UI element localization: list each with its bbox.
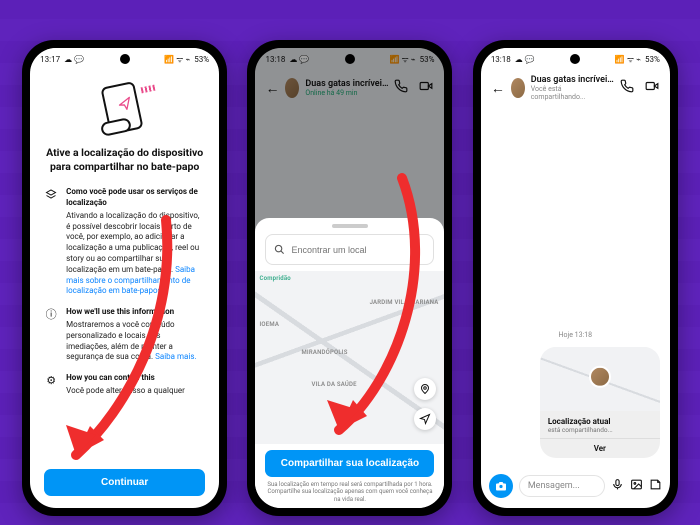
section-control: ⚙ How you can control this Você pode alt…	[44, 373, 205, 397]
chat-header: ← Duas gatas incrívei… Você está compart…	[481, 70, 670, 106]
map-layers-icon	[44, 187, 58, 201]
location-message-card[interactable]: Localização atual está compartilhando...…	[540, 347, 660, 458]
sheet-handle[interactable]	[332, 224, 368, 228]
message-input[interactable]: Mensagem...	[519, 475, 605, 497]
section-how-we-use: ⓘ How we'll use this information Mostrar…	[44, 307, 205, 363]
mic-icon[interactable]	[611, 478, 624, 494]
gallery-icon[interactable]	[630, 478, 643, 494]
map-preview[interactable]: JARDIM VILA MARIANA MIRANDÓPOLIS VILA DA…	[255, 271, 444, 444]
search-location-input[interactable]	[291, 245, 425, 255]
dialog-title: Ative a localização do dispositivo para …	[44, 146, 205, 173]
back-icon[interactable]: ←	[491, 80, 505, 97]
location-illustration	[95, 82, 155, 138]
map-pin-button[interactable]	[414, 378, 436, 400]
location-card-avatar-pin	[589, 366, 611, 388]
info-icon: ⓘ	[44, 307, 58, 321]
search-icon	[274, 240, 285, 259]
continue-button[interactable]: Continuar	[44, 469, 205, 496]
call-icon[interactable]	[620, 79, 634, 97]
status-time: 13:17	[40, 55, 60, 64]
status-time: 13:18	[491, 55, 511, 64]
message-input-row: Mensagem...	[481, 468, 670, 508]
camera-cutout	[120, 54, 130, 64]
chat-status: Você está compartilhando...	[531, 85, 614, 101]
section-location-services: Como você pode usar os serviços de local…	[44, 187, 205, 297]
my-location-button[interactable]	[414, 408, 436, 430]
location-sheet: JARDIM VILA MARIANA MIRANDÓPOLIS VILA DA…	[255, 218, 444, 508]
location-card-map	[540, 347, 660, 411]
camera-cutout	[345, 54, 355, 64]
video-icon[interactable]	[644, 79, 660, 97]
timestamp-label: Hoje 13:18	[559, 331, 593, 339]
status-battery: 53%	[194, 55, 209, 64]
search-location-field[interactable]	[265, 234, 434, 265]
phone-1: 13:17☁ 💬 📶 ᯤ ⌁53% Ative a localização do…	[22, 40, 227, 516]
share-location-disclaimer: Sua localização em tempo real será compa…	[265, 481, 434, 504]
chat-body: Hoje 13:18 Localização atual está compar…	[481, 106, 670, 468]
avatar[interactable]	[511, 78, 525, 98]
location-card-title: Localização atual	[548, 417, 652, 426]
phone-3: 13:18☁ 💬 📶 ᯤ ⌁53% ← Duas gatas incrívei……	[473, 40, 678, 516]
location-card-subtitle: está compartilhando...	[548, 426, 652, 434]
settings-icon: ⚙	[44, 373, 58, 387]
learn-more-link-2[interactable]: Saiba mais.	[155, 352, 196, 361]
chat-name: Duas gatas incrívei…	[531, 75, 614, 85]
camera-cutout	[570, 54, 580, 64]
share-location-button[interactable]: Compartilhar sua localização	[265, 450, 434, 477]
camera-button[interactable]	[489, 474, 513, 498]
phone-2: 13:18☁ 💬 📶 ᯤ ⌁53% ← Duas gatas incrívei……	[247, 40, 452, 516]
location-card-view-button[interactable]: Ver	[540, 438, 660, 458]
sticker-icon[interactable]	[649, 478, 662, 494]
